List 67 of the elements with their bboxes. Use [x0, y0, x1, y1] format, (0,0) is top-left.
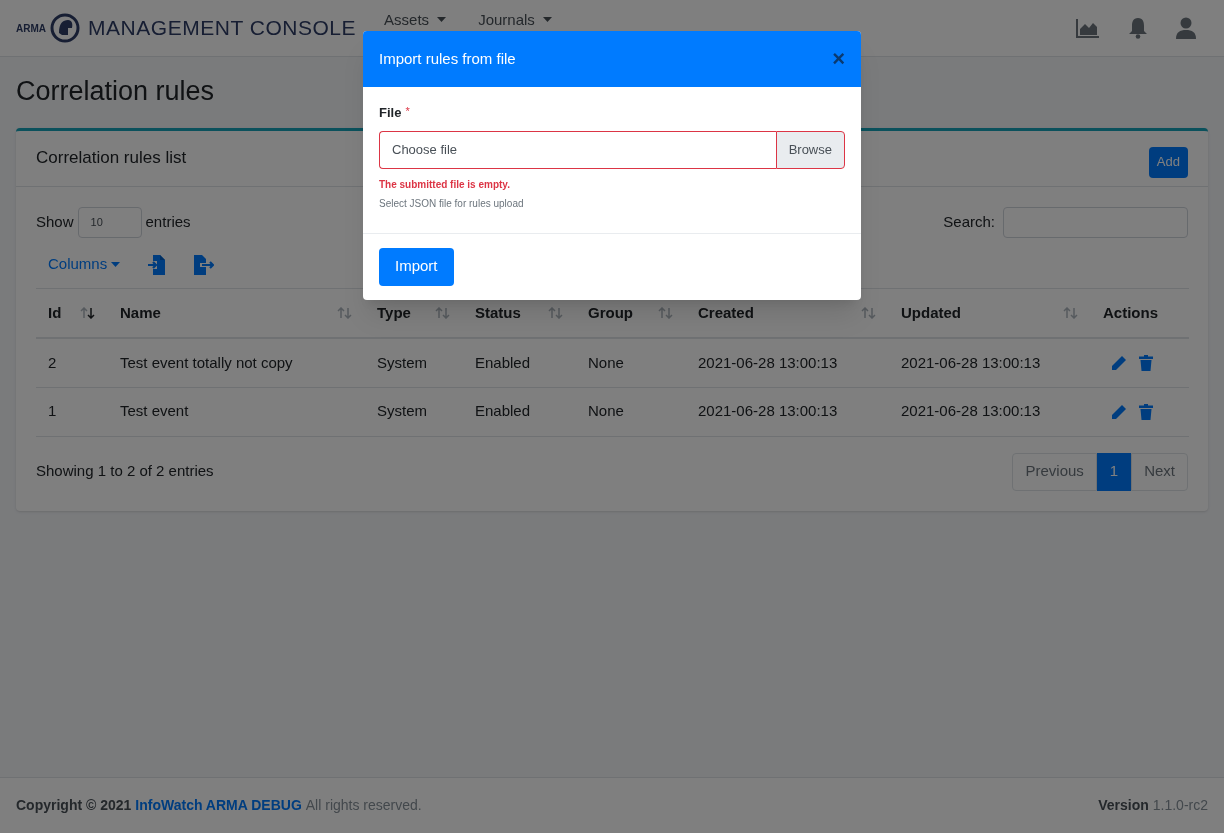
table-cell: System — [365, 338, 463, 387]
app-title: MANAGEMENT CONSOLE — [88, 15, 357, 42]
search-label: Search: — [943, 211, 995, 232]
table-info: Showing 1 to 2 of 2 entries — [36, 461, 214, 482]
entries-label: entries — [145, 211, 191, 232]
column-header[interactable]: Type — [377, 301, 411, 324]
error-message: The submitted file is empty. — [379, 177, 511, 192]
column-header[interactable]: Name — [120, 301, 161, 324]
field-label: File — [379, 104, 402, 122]
required-mark: * — [405, 104, 410, 119]
modal-title: Import rules from file — [379, 48, 516, 69]
version-number: 1.1.0-rc2 — [1152, 796, 1208, 815]
sort-icon[interactable] — [80, 306, 96, 319]
column-header[interactable]: Group — [588, 301, 633, 324]
area-chart-icon[interactable] — [1076, 18, 1100, 38]
file-export-icon[interactable] — [194, 254, 215, 275]
show-label: Show — [36, 211, 74, 232]
columns-dropdown[interactable]: Columns — [48, 253, 121, 276]
table-cell: None — [576, 338, 686, 387]
trash-icon[interactable] — [1139, 403, 1153, 420]
rights-text: All rights reserved. — [305, 796, 422, 815]
table-cell: Enabled — [463, 387, 576, 436]
table-cell: 2 — [36, 338, 108, 387]
table-cell: None — [576, 387, 686, 436]
close-button[interactable]: × — [832, 48, 845, 70]
nav-menu[interactable]: Assets — [384, 8, 447, 32]
add-button[interactable]: Add — [1148, 146, 1188, 178]
table-cell: Test event — [108, 387, 365, 436]
page-button[interactable]: 1 — [1096, 452, 1132, 491]
file-input-field[interactable]: Choose file — [379, 130, 776, 169]
caret-icon — [111, 261, 121, 268]
page-size-select[interactable]: 10 — [77, 206, 142, 238]
helmet-logo-icon — [50, 13, 80, 43]
table-cell: 2021-06-28 13:00:13 — [686, 387, 889, 436]
user-icon[interactable] — [1176, 17, 1196, 39]
company-link[interactable]: InfoWatch ARMA DEBUG — [135, 795, 302, 816]
version-label: Version — [1098, 796, 1149, 815]
table-cell: 2021-06-28 13:00:13 — [686, 338, 889, 387]
column-header[interactable]: Updated — [901, 301, 961, 324]
card-title: Correlation rules list — [36, 147, 187, 170]
column-header[interactable]: Status — [475, 301, 521, 324]
table-cell: 1 — [36, 387, 108, 436]
nav-menu[interactable]: Journals — [478, 8, 552, 32]
file-import-icon[interactable] — [148, 254, 167, 275]
caret-icon — [437, 17, 447, 23]
trash-icon[interactable] — [1139, 354, 1153, 371]
table-cell: 2021-06-28 13:00:13 — [889, 387, 1091, 436]
table-cell: 2021-06-28 13:00:13 — [889, 338, 1091, 387]
column-header[interactable]: Created — [698, 301, 754, 324]
page-button[interactable]: Next — [1131, 452, 1188, 491]
column-header[interactable]: Actions — [1103, 301, 1158, 324]
table-cell: Test event totally not copy — [108, 338, 365, 387]
page-button[interactable]: Previous — [1012, 452, 1097, 491]
pencil-icon[interactable] — [1111, 354, 1127, 371]
caret-icon — [542, 17, 552, 23]
table-cell: System — [365, 387, 463, 436]
copyright-text: Copyright © 2021 — [16, 796, 132, 815]
logo-text: ARMA — [16, 21, 46, 36]
browse-button[interactable]: Browse — [775, 130, 845, 169]
pencil-icon[interactable] — [1111, 403, 1127, 420]
help-text: Select JSON file for rules upload — [379, 196, 525, 211]
page-title: Correlation rules — [16, 75, 215, 108]
search-field[interactable] — [1003, 206, 1188, 238]
bell-icon[interactable] — [1128, 17, 1148, 39]
import-button[interactable]: Import — [379, 247, 454, 286]
table-cell: Enabled — [463, 338, 576, 387]
column-header[interactable]: Id — [48, 301, 62, 324]
